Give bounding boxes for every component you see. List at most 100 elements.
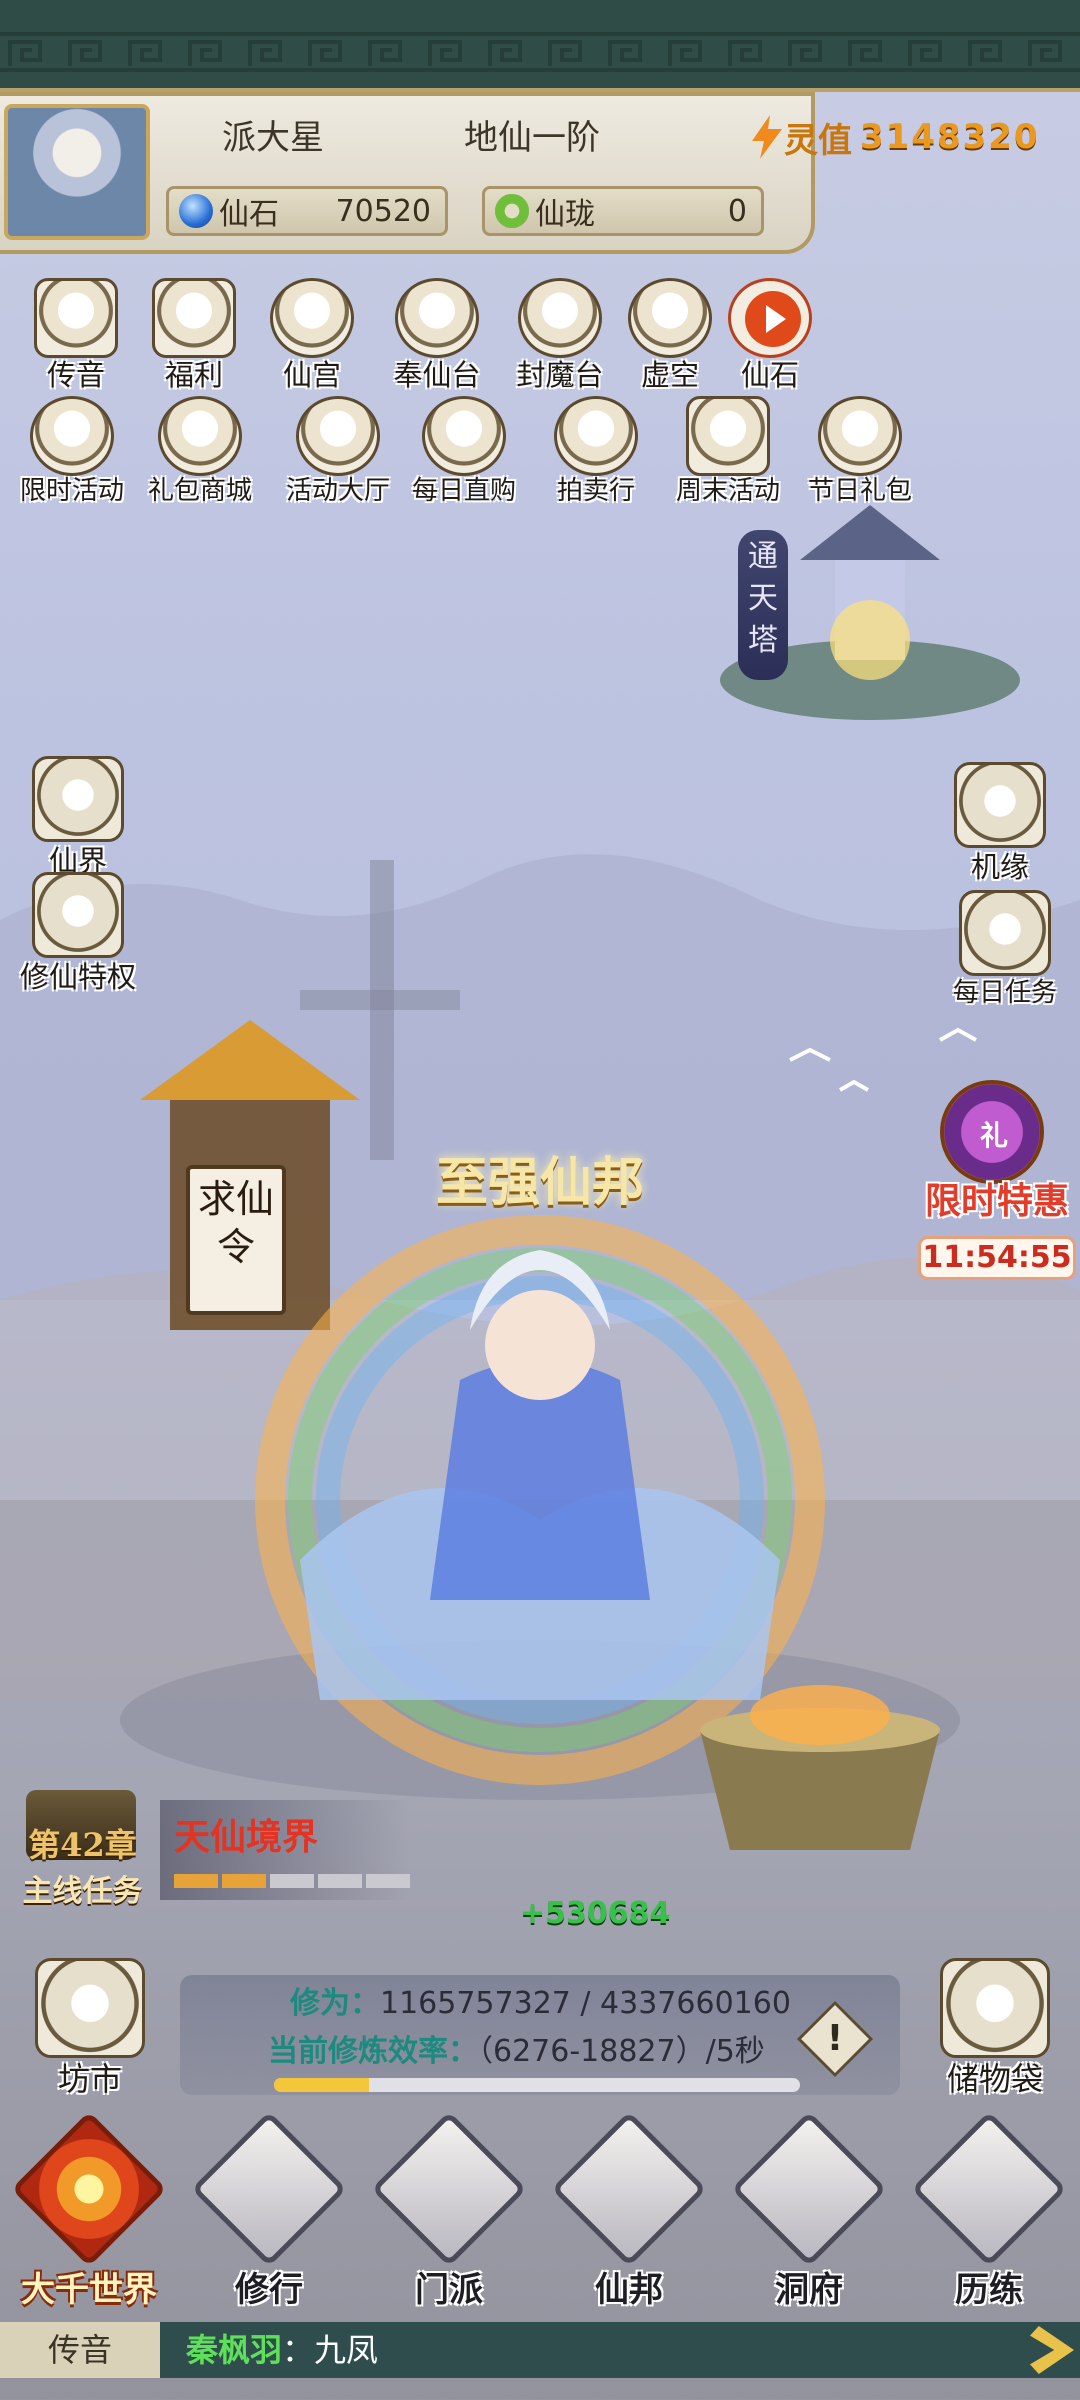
weekend-icon <box>686 396 770 476</box>
qiuxian-token[interactable]: 求仙令 <box>186 1165 286 1315</box>
menu-label: 虚空 <box>640 358 699 392</box>
menu-meiri-zhigou[interactable]: 每日直购 <box>406 396 522 507</box>
nav-label: 洞府 <box>775 2270 843 2310</box>
fret-pattern <box>0 32 1080 72</box>
nav-label: 历练 <box>955 2270 1023 2310</box>
menu-libao-shangcheng[interactable]: 礼包商城 <box>142 396 258 507</box>
sword-icon <box>911 2111 1067 2267</box>
menu-paimaihang[interactable]: 拍卖行 <box>538 396 654 507</box>
menu-huodong-dating[interactable]: 活动大厅 <box>280 396 396 507</box>
nav-label: 门派 <box>415 2270 483 2310</box>
chat-sender: 秦枫羽 <box>186 2331 283 2369</box>
side-jiyuan[interactable]: 机缘 <box>940 762 1060 886</box>
menu-chuanyin[interactable]: 传音 <box>18 278 134 394</box>
side-meiri-renwu[interactable]: 每日任务 <box>930 890 1080 1009</box>
storage-label: 储物袋 <box>946 2060 1043 2098</box>
sect-banner-title[interactable]: 至强仙邦 <box>360 1140 720 1220</box>
xiuwei-label: 修为： <box>290 1986 380 2021</box>
side-xiuxian-tequan[interactable]: 修仙特权 <box>8 872 148 996</box>
menu-fengxiantai[interactable]: 奉仙台 <box>372 278 502 394</box>
nav-label: 修行 <box>235 2270 303 2310</box>
limited-offer-label: 限时特惠 <box>924 1180 1069 1222</box>
side-label: 每日任务 <box>952 978 1057 1008</box>
gift-box-icon <box>152 278 236 358</box>
storage-bag-button[interactable]: 储物袋 <box>920 1958 1070 2100</box>
xianshi-label: 仙石 <box>219 197 279 232</box>
side-label: 机缘 <box>970 850 1029 884</box>
realm-segment <box>222 1874 266 1888</box>
menu-label: 封魔台 <box>516 358 604 392</box>
limited-offer-bag[interactable]: 礼 <box>940 1080 1044 1184</box>
nav-label: 大千世界 <box>21 2270 157 2310</box>
yinyang-icon <box>191 2111 347 2267</box>
rate-value: （6276-18827）/5秒 <box>478 2034 765 2069</box>
menu-fuli[interactable]: 福利 <box>136 278 252 394</box>
gourd-fortune-icon <box>954 762 1046 848</box>
nav-xiuxing[interactable]: 修行 <box>191 2111 347 2310</box>
nav-menpai[interactable]: 门派 <box>371 2111 527 2310</box>
lingzhi-value: 3148320 <box>860 117 1040 157</box>
shield-crest-icon <box>551 2111 707 2267</box>
menu-xianshi-huodong[interactable]: 限时活动 <box>14 396 130 507</box>
menu-jieri-libao[interactable]: 节日礼包 <box>802 396 918 507</box>
xianlong-label: 仙珑 <box>535 197 595 232</box>
menu-xiangong[interactable]: 仙宫 <box>254 278 370 394</box>
xianshi-value: 70520 <box>335 193 431 229</box>
player-name: 派大星 <box>222 118 324 158</box>
blue-gem-icon <box>179 194 213 228</box>
chapter-number: 第42章 <box>28 1826 137 1864</box>
realm-segment <box>318 1874 362 1888</box>
daily-purchase-icon <box>422 396 506 476</box>
auction-gavel-icon <box>554 396 638 476</box>
rate-row: 当前修炼效率：（6276-18827）/5秒 <box>268 2026 765 2070</box>
menu-fengmotai[interactable]: 封魔台 <box>500 278 620 394</box>
menu-label: 奉仙台 <box>393 358 481 392</box>
chat-bar[interactable] <box>0 2322 1080 2378</box>
chapter-label: 主线任务 <box>22 1874 143 1909</box>
limited-offer-timer: 11:54:55 <box>918 1236 1076 1280</box>
player-avatar[interactable] <box>4 104 150 240</box>
void-atom-icon <box>628 278 712 358</box>
nav-dongfu[interactable]: 洞府 <box>731 2111 887 2310</box>
swirl-world-icon <box>11 2111 167 2267</box>
xiuwei-value: 1165757327 / 4337660160 <box>380 1986 791 2021</box>
chat-message: 秦枫羽：九凤 <box>186 2322 378 2378</box>
nav-xianbang[interactable]: 仙邦 <box>551 2111 707 2310</box>
nav-lilian[interactable]: 历练 <box>911 2111 1067 2310</box>
realm-name: 天仙境界 <box>174 1816 319 1858</box>
tongtian-tower-label[interactable]: 通天塔 <box>738 530 788 680</box>
realm-segment <box>174 1874 218 1888</box>
palace-icon <box>270 278 354 358</box>
side-xianjie[interactable]: 仙界 <box>18 756 138 880</box>
xianshi-resource[interactable]: 仙石 70520 <box>166 186 448 236</box>
cultivation-gain: +530684 <box>520 1896 671 1931</box>
xianlong-resource[interactable]: 仙珑 0 <box>482 186 764 236</box>
chat-tab[interactable]: 传音 <box>0 2322 160 2378</box>
market-icon <box>35 1958 145 2058</box>
storage-bag-icon <box>940 1958 1050 2058</box>
lingzhi-display: 灵值 3148320 <box>750 110 1040 164</box>
realm-segment <box>366 1874 410 1888</box>
turtle-privilege-icon <box>32 872 124 958</box>
gift-shop-icon <box>158 396 242 476</box>
menu-xukong[interactable]: 虚空 <box>612 278 728 394</box>
menu-xianshi-video[interactable]: 仙石 <box>712 278 828 394</box>
scroll-task-icon <box>959 890 1051 976</box>
jade-ring-icon <box>495 194 529 228</box>
xiuwei-row: 修为：1165757327 / 4337660160 <box>290 1978 791 2022</box>
side-label: 修仙特权 <box>19 960 136 994</box>
immortal-realm-icon <box>32 756 124 842</box>
main-quest[interactable]: 第42章 主线任务 <box>0 1790 165 1910</box>
menu-zhoumo-huodong[interactable]: 周末活动 <box>670 396 786 507</box>
cultivation-progress-fill <box>274 2078 369 2092</box>
sect-gate-icon <box>371 2111 527 2267</box>
envelope-icon <box>34 278 118 358</box>
menu-label: 传音 <box>46 358 105 392</box>
nav-daqian-shijie[interactable]: 大千世界 <box>11 2111 167 2310</box>
event-hall-icon <box>296 396 380 476</box>
gift-badge: 礼 <box>980 1119 1009 1152</box>
market-button[interactable]: 坊市 <box>20 1958 160 2100</box>
market-label: 坊市 <box>57 2060 122 2098</box>
realm-segment <box>270 1874 314 1888</box>
realm-rank: 地仙一阶 <box>464 118 600 158</box>
